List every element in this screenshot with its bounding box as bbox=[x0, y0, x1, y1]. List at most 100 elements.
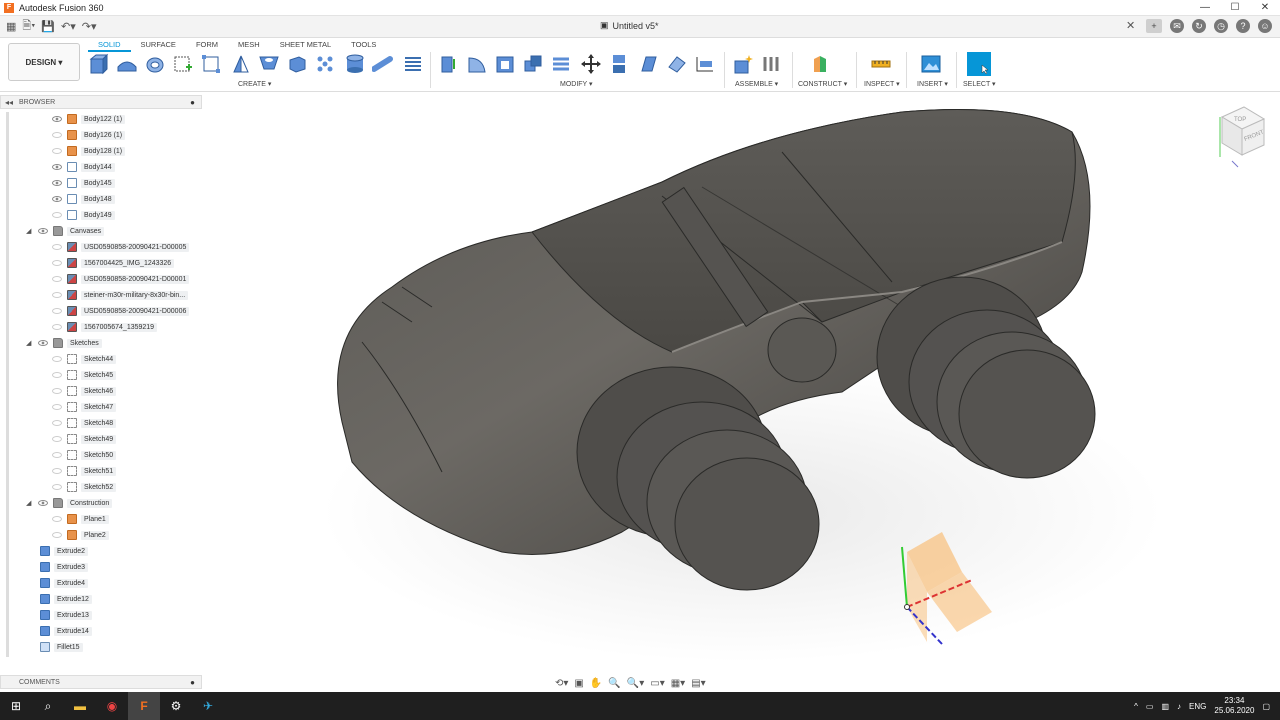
chrome-icon[interactable]: ◉ bbox=[96, 692, 128, 720]
split-face-icon[interactable] bbox=[638, 53, 660, 75]
profile-avatar[interactable]: ☺ bbox=[1258, 19, 1272, 33]
look-at-icon[interactable]: ▣ bbox=[574, 678, 583, 689]
visibility-eye-icon[interactable] bbox=[52, 244, 62, 250]
browser-folder[interactable]: ◢ Construction bbox=[26, 496, 113, 510]
visibility-eye-icon[interactable] bbox=[52, 292, 62, 298]
expand-toggle-icon[interactable]: ◢ bbox=[26, 499, 34, 507]
tab-surface[interactable]: SURFACE bbox=[131, 40, 186, 52]
browser-item[interactable]: Extrude2 bbox=[40, 544, 89, 558]
modify-group-label[interactable]: MODIFY ▾ bbox=[560, 80, 593, 88]
pipe-icon[interactable] bbox=[372, 53, 394, 75]
clock[interactable]: 23:34 25.06.2020 bbox=[1214, 696, 1254, 716]
tray-volume-icon[interactable]: ♪ bbox=[1177, 702, 1181, 711]
create-sketch-icon[interactable] bbox=[172, 53, 194, 75]
fusion-taskbar-icon[interactable]: F bbox=[128, 692, 160, 720]
visibility-eye-icon[interactable] bbox=[52, 164, 62, 170]
visibility-eye-icon[interactable] bbox=[52, 276, 62, 282]
insert-image-icon[interactable] bbox=[920, 53, 942, 75]
visibility-eye-icon[interactable] bbox=[52, 116, 62, 122]
scale-icon[interactable] bbox=[694, 53, 716, 75]
minimize-button[interactable]: — bbox=[1190, 0, 1220, 16]
visibility-eye-icon[interactable] bbox=[38, 500, 48, 506]
browser-item[interactable]: steiner-m30r-military-8x30r-bin... bbox=[52, 288, 189, 302]
browser-item[interactable]: USD0590858-20090421-D00006 bbox=[52, 304, 190, 318]
browser-item[interactable]: Sketch46 bbox=[52, 384, 117, 398]
browser-item[interactable]: Plane2 bbox=[52, 528, 109, 542]
visibility-eye-icon[interactable] bbox=[52, 260, 62, 266]
measure-icon[interactable] bbox=[870, 53, 892, 75]
box-icon[interactable] bbox=[286, 53, 308, 75]
notifications-icon[interactable]: ✉ bbox=[1170, 19, 1184, 33]
joint-icon[interactable] bbox=[760, 53, 782, 75]
expand-toggle-icon[interactable]: ◢ bbox=[26, 339, 34, 347]
document-tab[interactable]: ▣ Untitled v5* bbox=[600, 20, 659, 31]
pan-icon[interactable]: ✋ bbox=[590, 678, 602, 689]
browser-item[interactable]: Body149 bbox=[52, 208, 115, 222]
tab-solid[interactable]: SOLID bbox=[88, 40, 131, 52]
visibility-eye-icon[interactable] bbox=[52, 148, 62, 154]
tab-mesh[interactable]: MESH bbox=[228, 40, 270, 52]
align-icon[interactable] bbox=[608, 53, 630, 75]
visibility-eye-icon[interactable] bbox=[52, 308, 62, 314]
inspect-group-label[interactable]: INSPECT ▾ bbox=[864, 80, 900, 88]
visibility-eye-icon[interactable] bbox=[52, 404, 62, 410]
undo-icon[interactable]: ↶▾ bbox=[61, 20, 76, 33]
browser-options-icon[interactable]: ● bbox=[190, 98, 195, 107]
press-pull-icon[interactable] bbox=[438, 53, 460, 75]
sketch-dimension-icon[interactable] bbox=[200, 53, 222, 75]
browser-item[interactable]: Sketch47 bbox=[52, 400, 117, 414]
insert-group-label[interactable]: INSERT ▾ bbox=[917, 80, 948, 88]
maximize-button[interactable]: ☐ bbox=[1220, 0, 1250, 16]
split-body-icon[interactable] bbox=[666, 53, 688, 75]
comments-options-icon[interactable]: ● bbox=[190, 678, 195, 687]
browser-item[interactable]: Sketch48 bbox=[52, 416, 117, 430]
replace-face-icon[interactable] bbox=[550, 53, 572, 75]
browser-item[interactable]: Sketch49 bbox=[52, 432, 117, 446]
tray-network-icon[interactable]: ▥ bbox=[1161, 702, 1169, 711]
help-icon[interactable]: ? bbox=[1236, 19, 1250, 33]
3d-viewport[interactable]: TOP FRONT bbox=[202, 92, 1280, 692]
close-document-button[interactable]: ✕ bbox=[1126, 19, 1135, 32]
browser-item[interactable]: Plane1 bbox=[52, 512, 109, 526]
extrude-icon[interactable] bbox=[116, 53, 138, 75]
revolve-icon[interactable] bbox=[144, 53, 166, 75]
browser-item[interactable]: Extrude14 bbox=[40, 624, 92, 638]
browser-item[interactable]: Extrude4 bbox=[40, 576, 89, 590]
file-menu-icon[interactable]: 🗎▾ bbox=[22, 17, 35, 36]
visibility-eye-icon[interactable] bbox=[52, 388, 62, 394]
comments-panel[interactable]: COMMENTS ● bbox=[0, 675, 202, 689]
close-window-button[interactable]: ✕ bbox=[1250, 0, 1280, 16]
browser-folder[interactable]: ◢ Canvases bbox=[26, 224, 105, 238]
file-explorer-icon[interactable]: ▬ bbox=[64, 692, 96, 720]
create-group-label[interactable]: CREATE ▾ bbox=[238, 80, 271, 88]
construct-group-label[interactable]: CONSTRUCT ▾ bbox=[798, 80, 847, 88]
visibility-eye-icon[interactable] bbox=[52, 324, 62, 330]
browser-item[interactable]: Sketch51 bbox=[52, 464, 117, 478]
select-group-label[interactable]: SELECT ▾ bbox=[963, 80, 996, 88]
thread-icon[interactable] bbox=[402, 53, 424, 75]
grid-menu-icon[interactable]: ▦ bbox=[6, 20, 16, 33]
visibility-eye-icon[interactable] bbox=[52, 372, 62, 378]
browser-item[interactable]: USD0590858-20090421-D00005 bbox=[52, 240, 190, 254]
tab-form[interactable]: FORM bbox=[186, 40, 228, 52]
browser-item[interactable]: Extrude3 bbox=[40, 560, 89, 574]
tab-sheet-metal[interactable]: SHEET METAL bbox=[270, 40, 341, 52]
new-component-assemble-icon[interactable] bbox=[732, 53, 754, 75]
offset-plane-icon[interactable] bbox=[810, 53, 832, 75]
visibility-eye-icon[interactable] bbox=[52, 532, 62, 538]
browser-header[interactable]: ◂◂ BROWSER ● bbox=[0, 95, 202, 109]
telegram-icon[interactable]: ✈ bbox=[192, 692, 224, 720]
select-icon[interactable] bbox=[966, 51, 992, 77]
visibility-eye-icon[interactable] bbox=[52, 420, 62, 426]
history-icon[interactable]: ◷ bbox=[1214, 19, 1228, 33]
browser-folder[interactable]: ◢ Sketches bbox=[26, 336, 102, 350]
new-tab-button[interactable]: + bbox=[1146, 19, 1162, 33]
display-settings-icon[interactable]: ▭▾ bbox=[650, 678, 664, 689]
hole-icon[interactable] bbox=[258, 53, 280, 75]
fillet-icon[interactable] bbox=[466, 53, 488, 75]
browser-item[interactable]: Body145 bbox=[52, 176, 115, 190]
shell-icon[interactable] bbox=[494, 53, 516, 75]
save-icon[interactable]: 💾 bbox=[41, 20, 55, 33]
move-copy-icon[interactable] bbox=[580, 53, 602, 75]
notification-center-icon[interactable]: ▢ bbox=[1262, 702, 1270, 711]
